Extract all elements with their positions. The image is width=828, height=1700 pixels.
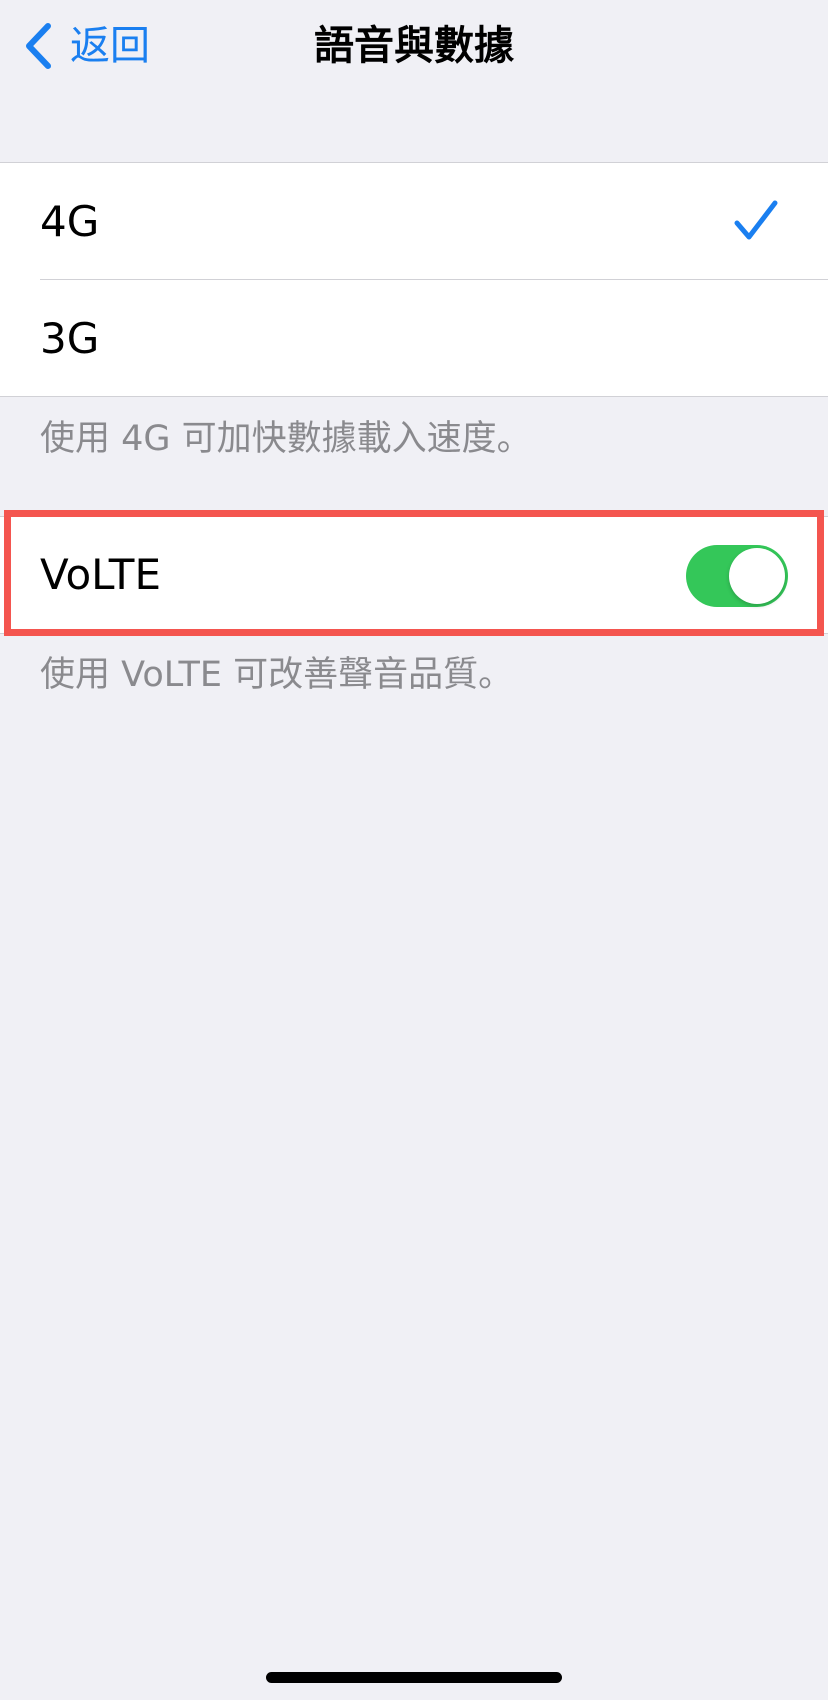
volte-toggle[interactable]	[686, 545, 788, 607]
page-title: 語音與數據	[314, 23, 514, 69]
network-options-group: 4G 3G	[0, 162, 828, 397]
volte-row: VoLTE	[0, 517, 828, 633]
checkmark-icon	[734, 199, 778, 247]
voice-and-data-screen: 返回 語音與數據 4G 3G 使用 4G 可加快數據載入速度。 VoLTE 使用…	[0, 0, 828, 1700]
navigation-bar: 返回 語音與數據	[0, 0, 828, 100]
volte-group: VoLTE	[0, 516, 828, 634]
network-option-label: 4G	[40, 196, 100, 246]
volte-footnote: 使用 VoLTE 可改善聲音品質。	[40, 655, 514, 695]
network-option-4g[interactable]: 4G	[0, 163, 828, 280]
home-indicator[interactable]	[266, 1672, 562, 1683]
volte-label: VoLTE	[40, 550, 161, 599]
toggle-knob	[729, 548, 785, 604]
network-footnote: 使用 4G 可加快數據載入速度。	[40, 419, 532, 459]
network-option-label: 3G	[40, 313, 100, 363]
network-option-3g[interactable]: 3G	[0, 280, 828, 397]
